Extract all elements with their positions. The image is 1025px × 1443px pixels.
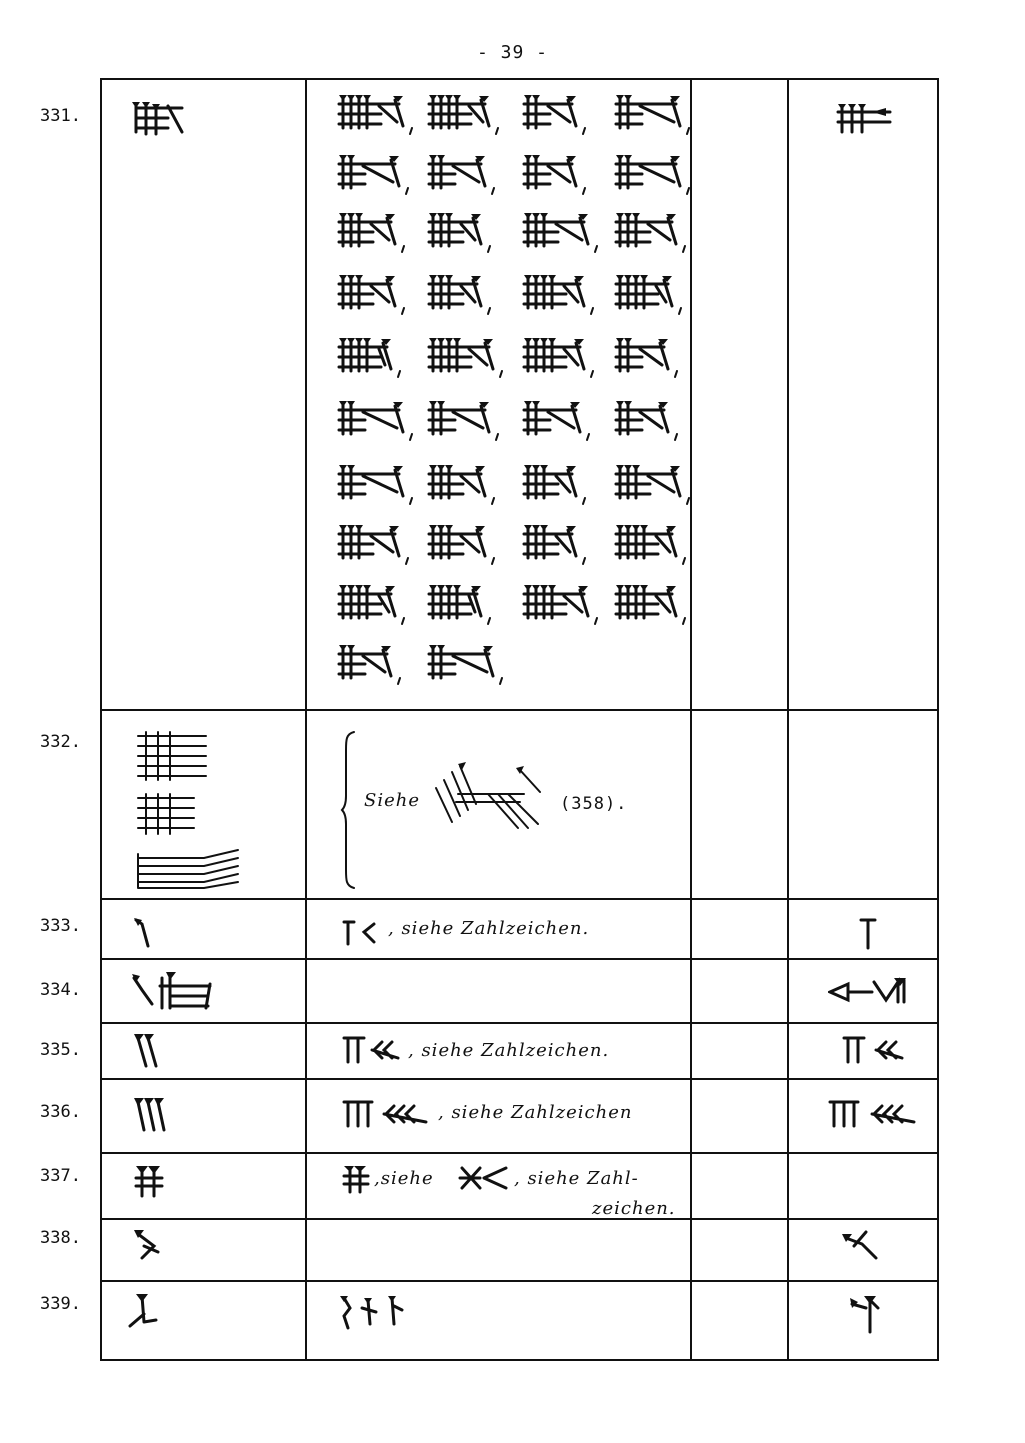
row-number-334: 334.: [40, 980, 81, 1000]
row-number-339: 339.: [40, 1294, 81, 1314]
cuneiform-variant-icon: [337, 582, 409, 628]
column-divider: [690, 80, 692, 1359]
cuneiform-sign-icon: [132, 1032, 162, 1070]
cuneiform-variant-icon: [342, 1098, 434, 1130]
row-number-331: 331.: [40, 106, 81, 126]
cuneiform-variant-icon: [337, 210, 409, 256]
cuneiform-variant-icon: [427, 210, 495, 256]
cuneiform-reference-icon: [428, 758, 546, 830]
cuneiform-sign-icon: [132, 1228, 162, 1262]
column-divider: [305, 80, 307, 1359]
cuneiform-variant-icon: [427, 398, 503, 444]
cuneiform-variant-icon: [427, 272, 495, 318]
cuneiform-variant-icon: [342, 1034, 402, 1066]
cuneiform-sign-icon: [134, 792, 200, 836]
cuneiform-variant-icon: [427, 335, 507, 381]
cuneiform-variant-icon: [522, 462, 590, 508]
sign-table: Siehe (358). , siehe Zahlzeichen. , sieh…: [100, 78, 939, 1361]
row-divider: [102, 1218, 937, 1220]
cuneiform-variant-icon: [522, 272, 598, 318]
page-number: - 39 -: [476, 42, 549, 63]
cuneiform-variant-icon: [522, 522, 590, 568]
row-number-333: 333.: [40, 916, 81, 936]
cuneiform-sign-icon: [134, 730, 210, 782]
cuneiform-variant-icon: [427, 642, 507, 688]
row-number-337: 337.: [40, 1166, 81, 1186]
reference-number: (358).: [560, 794, 628, 814]
cuneiform-sign-icon: [858, 916, 878, 950]
cuneiform-variant-icon: [614, 152, 694, 198]
cuneiform-variant-icon: [614, 582, 690, 628]
cuneiform-variant-icon: [614, 210, 690, 256]
cuneiform-variant-icon: [522, 210, 602, 256]
cuneiform-variant-icon: [337, 398, 417, 444]
cuneiform-variant-icon: [614, 462, 694, 508]
cuneiform-variant-icon: [337, 272, 409, 318]
cuneiform-variant-icon: [337, 152, 413, 198]
cuneiform-sign-icon: [828, 974, 912, 1008]
cuneiform-variant-icon: [427, 522, 499, 568]
cuneiform-variant-icon: [458, 1160, 510, 1196]
cuneiform-variant-icon: [337, 462, 417, 508]
cuneiform-sign-icon: [134, 846, 242, 890]
row-divider: [102, 1280, 937, 1282]
cuneiform-variant-icon: [522, 582, 602, 628]
see-label: ,siehe: [374, 1168, 434, 1189]
cuneiform-variant-icon: [522, 92, 590, 138]
row-divider: [102, 709, 937, 711]
cuneiform-variant-icon: [337, 522, 413, 568]
cuneiform-variant-icon: [337, 92, 417, 138]
cuneiform-sign-icon: [132, 916, 152, 948]
cuneiform-sign-icon: [836, 100, 896, 136]
row-divider: [102, 1022, 937, 1024]
cuneiform-sign-icon: [842, 1034, 906, 1066]
cuneiform-variant-icon: [522, 335, 598, 381]
see-numerals-continuation: zeichen.: [592, 1198, 676, 1219]
cuneiform-variant-icon: [614, 272, 686, 318]
cuneiform-variant-icon: [427, 582, 495, 628]
curly-brace-icon: [340, 730, 360, 890]
cuneiform-sign-icon: [132, 1096, 170, 1134]
cuneiform-variant-icon: [337, 335, 405, 381]
see-also-label: Siehe: [364, 790, 420, 811]
cuneiform-variant-icon: [337, 642, 405, 688]
see-numerals-text: , siehe Zahl-: [514, 1168, 639, 1189]
cuneiform-sign-icon: [126, 1292, 162, 1332]
cuneiform-sign-icon: [828, 1098, 920, 1130]
see-numerals-text: , siehe Zahlzeichen.: [388, 918, 590, 939]
cuneiform-variant-icon: [427, 152, 499, 198]
column-divider: [787, 80, 789, 1359]
cuneiform-variant-icon: [614, 398, 682, 444]
cuneiform-variant-icon: [427, 92, 503, 138]
row-divider: [102, 898, 937, 900]
cuneiform-variant-icon: [614, 335, 682, 381]
cuneiform-variant-icon: [342, 1164, 372, 1194]
see-numerals-text: , siehe Zahlzeichen.: [408, 1040, 610, 1061]
cuneiform-variant-icon: [614, 92, 694, 138]
row-number-332: 332.: [40, 732, 81, 752]
row-divider: [102, 1152, 937, 1154]
see-numerals-text: , siehe Zahlzeichen: [438, 1102, 633, 1123]
cuneiform-variant-icon: [522, 398, 594, 444]
row-number-335: 335.: [40, 1040, 81, 1060]
cuneiform-variant-icon: [338, 1294, 422, 1334]
cuneiform-sign-icon: [132, 1164, 166, 1200]
cuneiform-sign-icon: [848, 1294, 884, 1334]
cuneiform-variant-icon: [614, 522, 690, 568]
row-divider: [102, 1078, 937, 1080]
cuneiform-sign-icon: [130, 970, 226, 1014]
cuneiform-sign-icon: [132, 98, 188, 138]
cuneiform-variant-icon: [522, 152, 590, 198]
row-divider: [102, 958, 937, 960]
cuneiform-sign-icon: [840, 1228, 880, 1262]
row-number-336: 336.: [40, 1102, 81, 1122]
row-number-338: 338.: [40, 1228, 81, 1248]
cuneiform-variant-icon: [427, 462, 499, 508]
cuneiform-variant-icon: [342, 918, 386, 946]
